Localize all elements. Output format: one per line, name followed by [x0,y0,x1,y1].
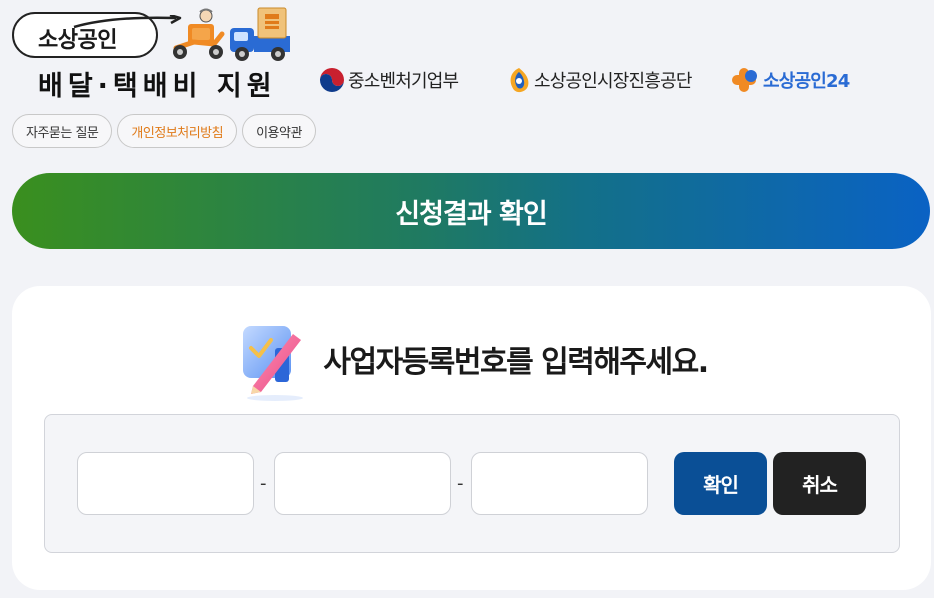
logo-subtitle: 배달·택배비 지원 [38,71,277,102]
mss-label: 중소벤처기업부 [348,71,459,92]
lookup-card: 사업자등록번호를 입력해주세요. - - 확인 취소 [12,286,931,590]
sb24-logo[interactable]: 소상공인24 [731,66,850,94]
checklist-pencil-icon [243,326,304,401]
privacy-policy-link[interactable]: 개인정보처리방침 [117,114,238,148]
separator-dash: - [260,473,267,494]
mss-logo[interactable]: 중소벤처기업부 [318,66,459,94]
sb24-emblem-icon [732,68,757,92]
terms-link[interactable]: 이용약관 [242,114,316,148]
confirm-button[interactable]: 확인 [674,452,767,515]
semas-label: 소상공인시장진흥공단 [534,71,692,92]
site-logo[interactable]: 소상공인 [12,12,182,58]
semas-logo[interactable]: 소상공인시장진흥공단 [506,66,692,94]
quick-links: 자주묻는 질문 개인정보처리방침 이용약관 [12,114,316,148]
business-number-part1-input[interactable] [77,452,254,515]
separator-dash: - [457,473,464,494]
semas-emblem-icon [510,68,529,93]
business-number-part3-input[interactable] [471,452,648,515]
business-number-form: - - 확인 취소 [44,414,900,553]
cancel-button[interactable]: 취소 [773,452,866,515]
logo-title: 소상공인 [38,28,117,53]
business-number-part2-input[interactable] [274,452,451,515]
card-header: 사업자등록번호를 입력해주세요. [12,316,931,402]
faq-link[interactable]: 자주묻는 질문 [12,114,113,148]
sb24-label: 소상공인24 [763,71,850,92]
page-title: 신청결과 확인 [395,198,547,230]
card-title: 사업자등록번호를 입력해주세요. [323,345,709,380]
site-header: 소상공인 배달·택배비 지원 중소벤처기업부 소상공인시장진흥공단 소상공인24… [0,0,934,148]
page-banner: 신청결과 확인 [12,173,930,249]
delivery-illustration-icon [173,7,290,61]
taegeuk-emblem-icon [320,68,344,92]
